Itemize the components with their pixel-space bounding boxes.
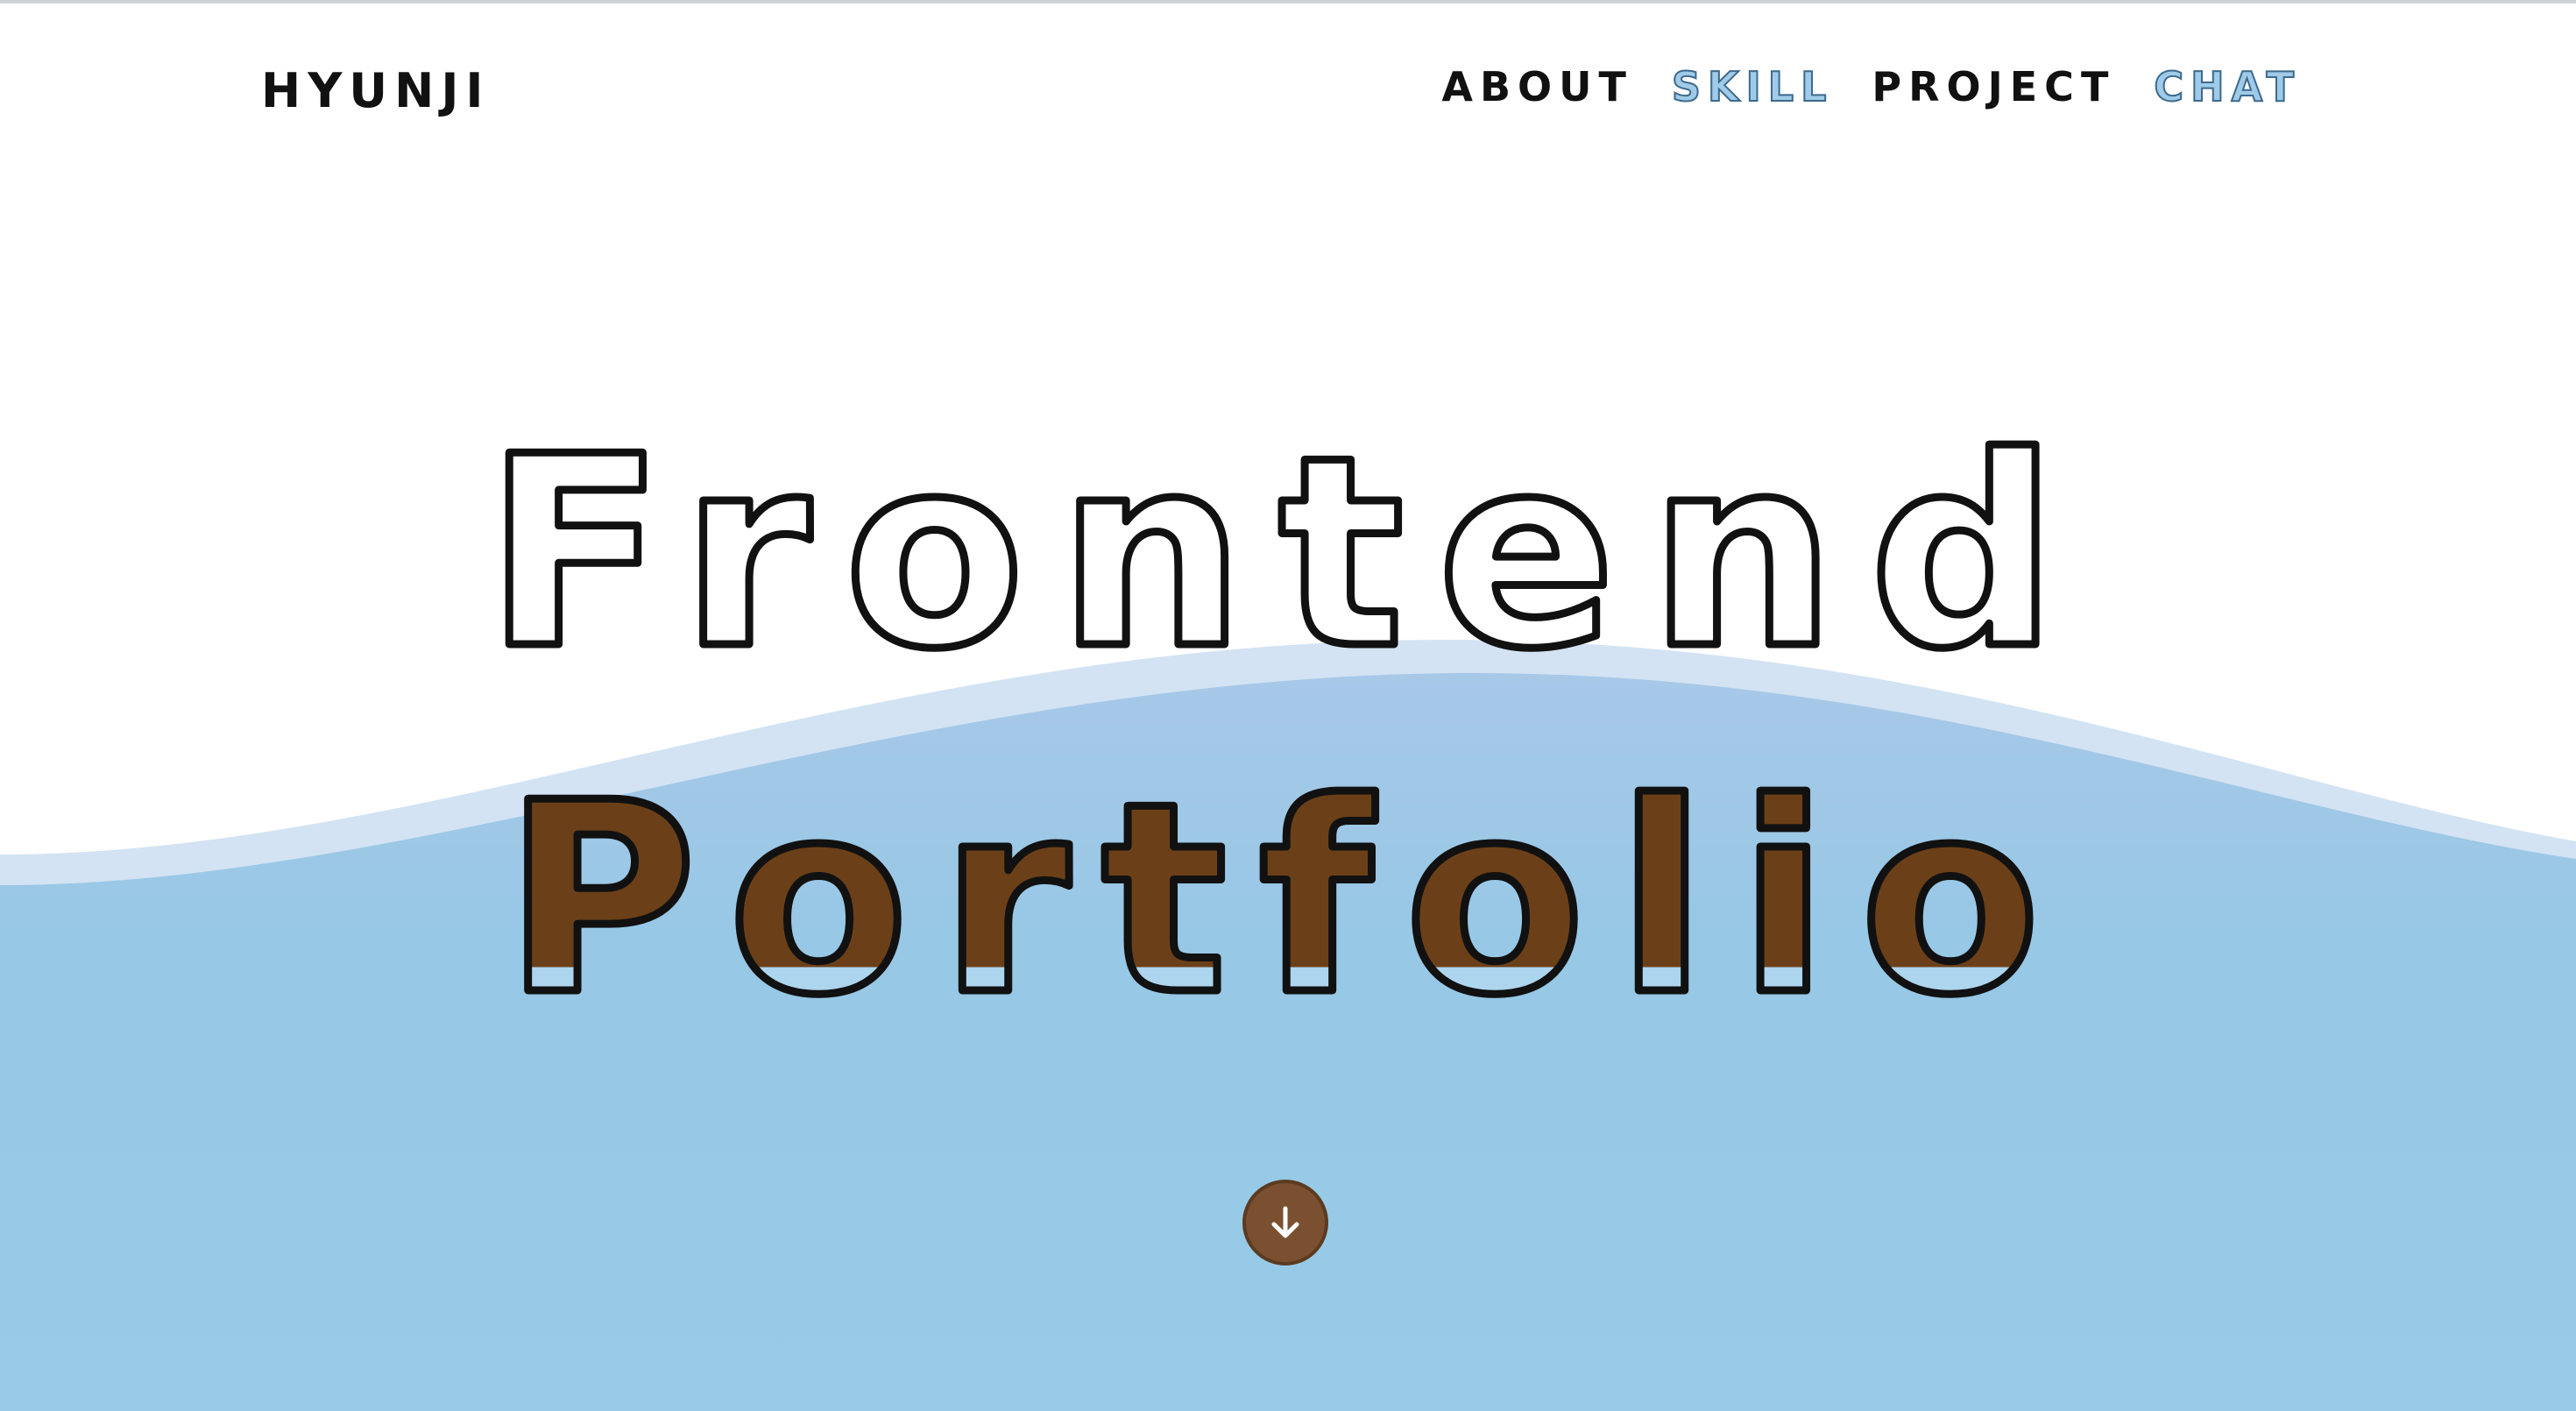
hero-line-2: Portfolio xyxy=(504,747,2072,1053)
arrow-down-icon xyxy=(1271,1206,1299,1238)
hero-line-1: Frontend xyxy=(485,401,2091,706)
scroll-down-button[interactable] xyxy=(1242,1180,1328,1266)
